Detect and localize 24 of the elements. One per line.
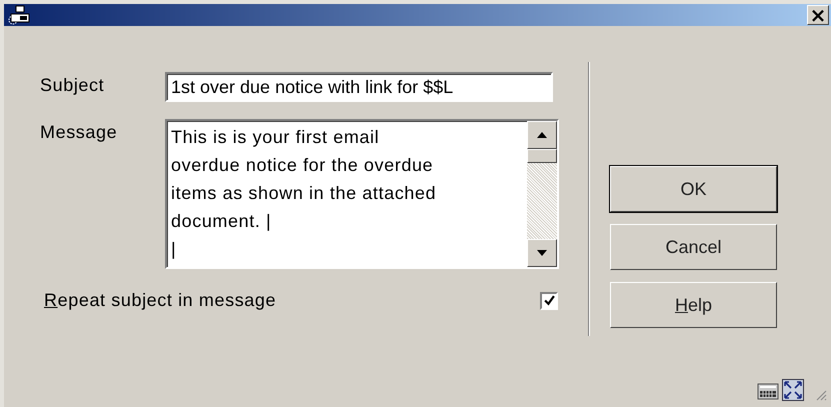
scroll-down-icon[interactable] (527, 239, 557, 267)
message-line: This is is your first email (171, 126, 380, 149)
repeat-subject-checkbox[interactable] (540, 292, 558, 310)
scrollbar[interactable] (527, 121, 557, 267)
keyboard-icon[interactable] (757, 381, 779, 401)
dialog-button[interactable]: Cancel (610, 224, 777, 270)
dialog-button[interactable]: Help (610, 282, 777, 328)
message-label: Message (40, 121, 118, 143)
resize-grip-icon[interactable] (815, 389, 827, 401)
subject-field[interactable]: 1st over due notice with link for $$L (165, 72, 553, 102)
message-field[interactable]: This is is your first email overdue notice for the overdue items as shown in the attached document. | | (165, 119, 559, 269)
message-line: | (171, 238, 178, 261)
message-line: overdue notice for the overdue (171, 154, 434, 177)
dialog-button[interactable]: OK (610, 166, 777, 212)
scroll-up-icon[interactable] (527, 121, 557, 149)
scroll-thumb[interactable] (527, 149, 557, 163)
repeat-subject-label: Repeat subject in message (44, 290, 276, 311)
check-icon (544, 295, 554, 306)
subject-label: Subject (40, 74, 106, 96)
message-line: items as shown in the attached (171, 182, 438, 205)
message-line: document. | (171, 210, 272, 233)
computer-icon (7, 5, 31, 25)
resize-icon[interactable] (782, 379, 804, 401)
close-button[interactable]: × (807, 5, 829, 25)
